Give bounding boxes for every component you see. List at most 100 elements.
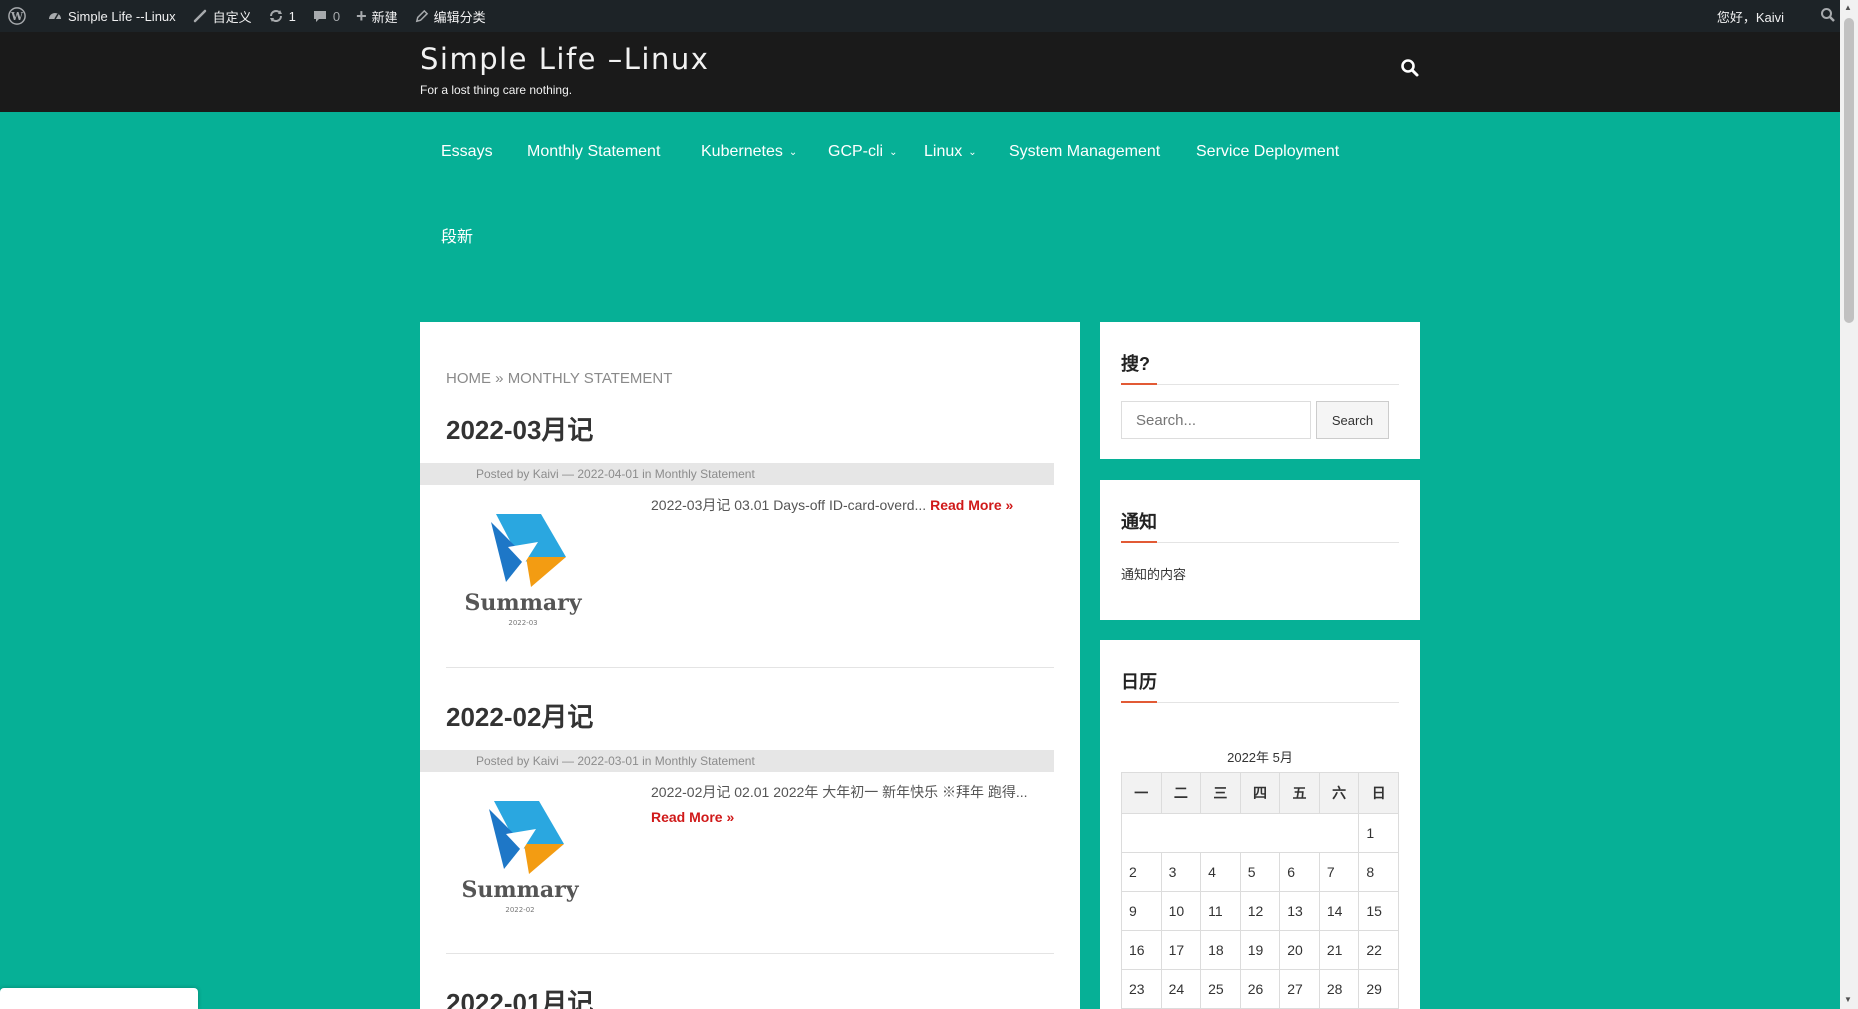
admin-site-name[interactable]: Simple Life --Linux — [39, 0, 184, 32]
calendar-day: 5 — [1239, 852, 1281, 892]
nav-label: GCP-cli — [828, 143, 884, 160]
post-thumbnail[interactable]: Summary 2022-02 — [446, 789, 596, 939]
breadcrumb-separator: » — [495, 370, 504, 387]
edit-category-label: 编辑分类 — [433, 9, 486, 25]
calendar-day: 2 — [1121, 852, 1162, 892]
weekday-header: 一 — [1121, 772, 1162, 814]
nav-label: Service Deployment — [1196, 143, 1340, 160]
post-title[interactable]: 2022-01月记 — [446, 983, 593, 1009]
calendar-caption: 2022年 5月 — [1227, 750, 1293, 765]
updates-button[interactable]: 1 — [260, 0, 304, 32]
post-title[interactable]: 2022-02月记 — [446, 697, 593, 734]
calendar-day: 11 — [1200, 891, 1241, 931]
customize-button[interactable]: 自定义 — [184, 0, 260, 32]
calendar-week-row: 16 17 18 19 20 21 22 — [1121, 930, 1399, 970]
account-menu[interactable]: 您好，Kaivi — [1709, 0, 1812, 32]
widget-title: 日历 — [1121, 672, 1157, 692]
breadcrumb-current: MONTHLY STATEMENT — [507, 370, 673, 387]
search-input[interactable] — [1121, 401, 1311, 439]
wordpress-logo-button[interactable]: W — [0, 0, 39, 32]
nav-item-essays[interactable]: Essays — [441, 143, 493, 161]
admin-search-button[interactable] — [1812, 0, 1840, 32]
breadcrumb-home-link[interactable]: HOME — [446, 370, 491, 387]
nav-item-service-deployment[interactable]: Service Deployment — [1196, 143, 1339, 161]
post-excerpt: 2022-03月记 03.01 Days-off ID-card-overd..… — [651, 493, 1051, 518]
calendar-week-row: 23 24 25 26 27 28 29 — [1121, 969, 1399, 1009]
post-divider — [446, 667, 1054, 668]
thumb-label: Summary — [464, 590, 582, 616]
calendar-day: 21 — [1318, 930, 1360, 970]
scrollbar-thumb[interactable] — [1844, 18, 1854, 323]
site-title[interactable]: Simple Life –Linux — [420, 42, 709, 76]
breadcrumb: HOME » MONTHLY STATEMENT — [446, 370, 672, 387]
calendar-day: 13 — [1279, 891, 1320, 931]
page-scrollbar[interactable]: ▲ ▼ — [1840, 0, 1858, 1009]
site-description: For a lost thing care nothing. — [420, 83, 573, 97]
site-header: Simple Life –Linux For a lost thing care… — [0, 32, 1840, 112]
scroll-up-icon[interactable]: ▲ — [1844, 3, 1852, 12]
calendar-day: 20 — [1279, 930, 1320, 970]
post-title[interactable]: 2022-03月记 — [446, 410, 593, 447]
widget-title: 通知 — [1121, 512, 1157, 532]
customize-label: 自定义 — [212, 9, 252, 25]
plus-icon: + — [356, 5, 367, 26]
calendar-day: 28 — [1318, 969, 1360, 1009]
edit-category-button[interactable]: 编辑分类 — [406, 0, 494, 32]
nav-item-monthly-statement[interactable]: Monthly Statement — [527, 143, 660, 161]
widget-accent — [1121, 701, 1157, 703]
post-thumbnail[interactable]: Summary 2022-03 — [446, 502, 596, 652]
wordpress-icon: W — [8, 7, 26, 25]
thumb-date: 2022-02 — [505, 906, 534, 914]
header-search-button[interactable] — [1396, 56, 1424, 84]
chevron-down-icon: ⌄ — [889, 146, 898, 158]
calendar-day: 18 — [1200, 930, 1241, 970]
nav-item-linux[interactable]: Linux ⌄ — [924, 143, 977, 161]
calendar-day: 15 — [1358, 891, 1399, 931]
calendar-day: 14 — [1318, 891, 1360, 931]
post-excerpt: 2022-02月记 02.01 2022年 大年初一 新年快乐 ※拜年 跑得..… — [651, 780, 1051, 830]
comments-button[interactable]: 0 — [304, 0, 348, 32]
brush-icon — [192, 8, 208, 24]
read-more-link[interactable]: Read More » — [651, 809, 734, 825]
summary-logo-icon: Summary 2022-02 — [461, 801, 580, 914]
calendar-day: 9 — [1121, 891, 1162, 931]
main-content: HOME » MONTHLY STATEMENT 2022-03月记 Poste… — [420, 322, 1080, 1009]
nav-item-kubernetes[interactable]: Kubernetes ⌄ — [701, 143, 797, 161]
comments-count: 0 — [332, 8, 341, 24]
weekday-header: 三 — [1200, 772, 1241, 814]
scroll-down-icon[interactable]: ▼ — [1844, 995, 1852, 1004]
calendar-day: 16 — [1121, 930, 1162, 970]
calendar-day: 12 — [1239, 891, 1281, 931]
nav-label: Linux — [924, 143, 963, 160]
chevron-down-icon: ⌄ — [968, 146, 977, 158]
widget-divider — [1121, 542, 1399, 543]
read-more-link[interactable]: Read More » — [930, 497, 1013, 513]
nav-item-system-management[interactable]: System Management — [1009, 143, 1160, 161]
calendar-day: 1 — [1358, 813, 1399, 853]
calendar-week-row: 9 10 11 12 13 14 15 — [1121, 891, 1399, 931]
nav-item-gcp-cli[interactable]: GCP-cli ⌄ — [828, 143, 898, 161]
calendar-week-row: 2 3 4 5 6 7 8 — [1121, 852, 1399, 892]
updates-icon — [268, 8, 284, 24]
calendar-pad — [1120, 813, 1360, 853]
new-content-button[interactable]: + 新建 — [348, 0, 406, 32]
nav-item-duanxin[interactable]: 段新 — [441, 223, 473, 247]
calendar-day: 3 — [1160, 852, 1202, 892]
widget-divider — [1121, 702, 1399, 703]
floating-panel[interactable] — [0, 988, 198, 1009]
calendar-day: 6 — [1279, 852, 1320, 892]
calendar-day: 4 — [1200, 852, 1241, 892]
admin-bar-right: 您好，Kaivi — [1709, 0, 1840, 32]
dashboard-icon — [47, 8, 63, 24]
search-button[interactable]: Search — [1316, 401, 1389, 439]
calendar-day: 27 — [1279, 969, 1320, 1009]
widget-divider — [1121, 384, 1399, 385]
nav-label: Kubernetes — [701, 143, 783, 160]
summary-logo-icon: Summary 2022-03 — [464, 514, 583, 627]
thumb-date: 2022-03 — [508, 619, 537, 627]
widget-title: 搜? — [1121, 354, 1150, 374]
nav-label: Essays — [441, 143, 493, 160]
svg-text:W: W — [10, 10, 24, 23]
notice-widget: 通知 通知的内容 — [1100, 480, 1420, 620]
excerpt-text: 2022-02月记 02.01 2022年 大年初一 新年快乐 ※拜年 跑得..… — [651, 784, 1028, 800]
